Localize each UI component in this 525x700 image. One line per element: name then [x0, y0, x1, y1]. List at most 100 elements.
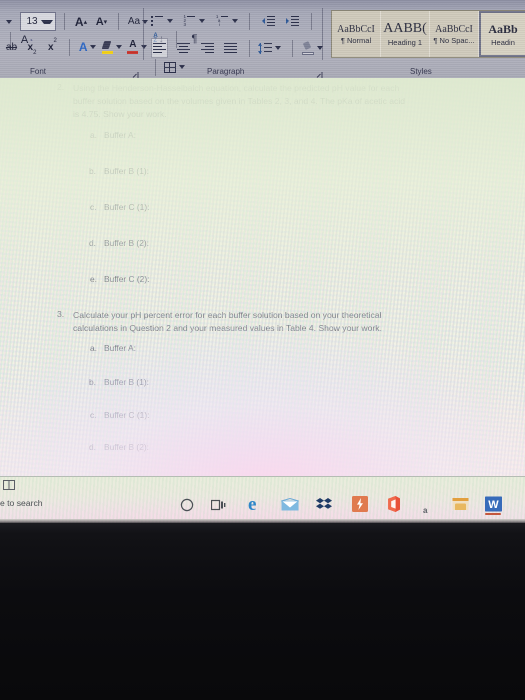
highlighter-icon — [101, 40, 113, 54]
style-preview: AaBbCcI — [337, 23, 375, 35]
cortana-icon[interactable] — [180, 498, 194, 517]
shading-button[interactable] — [302, 39, 324, 57]
mail-icon[interactable] — [280, 497, 300, 516]
file-explorer-icon[interactable] — [452, 497, 469, 516]
multilevel-list-icon: 1ai — [216, 14, 229, 27]
q3-item-d-text: Buffer B (2): — [104, 442, 149, 452]
font-dialog-launcher[interactable] — [131, 67, 139, 78]
decrease-indent-button[interactable] — [261, 12, 276, 30]
document-page[interactable]: 2. Using the Henderson-Hasselbalch equat… — [0, 78, 525, 476]
monitor-screen: 13 A ▴ A ▾ Aa A ◔ ab x 2 x 2 A A Font 1 … — [0, 0, 525, 523]
align-center-button[interactable] — [176, 39, 191, 57]
increase-indent-icon — [286, 15, 300, 27]
divider — [69, 38, 71, 56]
photo-of-monitor: 13 A ▴ A ▾ Aa A ◔ ab x 2 x 2 A A Font 1 … — [0, 0, 525, 700]
divider — [291, 39, 293, 57]
strikethrough-button[interactable]: ab — [4, 38, 19, 56]
q2-item-a-text: Buffer A: — [104, 130, 136, 140]
style-preview: AABB( — [383, 21, 427, 36]
style-name: ¶ Normal — [340, 35, 372, 45]
style-item[interactable]: AABB( Heading 1 — [381, 11, 430, 57]
text-highlight-button[interactable] — [101, 38, 122, 56]
question-2-line-1: Using the Henderson-Hasselbalch equation… — [73, 83, 400, 93]
superscript-button[interactable]: x 2 — [45, 38, 60, 56]
svg-text:W: W — [488, 499, 499, 511]
change-case-icon: Aa — [127, 16, 141, 27]
taskbar-top-border — [0, 476, 525, 477]
dropbox-icon[interactable] — [316, 498, 332, 516]
edge-icon[interactable]: e — [248, 495, 256, 515]
text-effects-button[interactable]: A — [79, 38, 97, 56]
align-center-icon — [177, 42, 191, 54]
lightning-app-icon[interactable] — [352, 496, 368, 517]
office-icon[interactable] — [386, 496, 401, 517]
q2-item-b-letter: b. — [89, 166, 96, 176]
align-right-icon — [200, 42, 214, 54]
style-name: Heading 1 — [387, 38, 423, 47]
strikethrough-icon: ab — [5, 41, 18, 53]
ribbon-divider — [322, 8, 323, 60]
windows-taskbar — [0, 476, 525, 523]
font-size-input[interactable]: 13 — [20, 12, 56, 31]
style-item-selected[interactable]: AaBb Headin — [479, 11, 525, 57]
bullets-icon — [151, 15, 164, 27]
paragraph-group-label: Paragraph — [207, 67, 245, 76]
line-spacing-button[interactable] — [258, 39, 282, 57]
taskbar-search-text[interactable]: e to search — [0, 498, 43, 508]
style-item[interactable]: AaBbCcI ¶ No Spac... — [430, 11, 479, 57]
question-3-line-1: Calculate your pH percent error for each… — [73, 310, 382, 320]
grow-font-button[interactable]: A ▴ — [73, 13, 88, 31]
style-name: Headin — [491, 37, 515, 47]
justify-button[interactable] — [223, 39, 238, 57]
subscript-button[interactable]: x 2 — [24, 38, 39, 57]
numbering-button[interactable]: 123 — [183, 12, 206, 30]
divider — [249, 12, 251, 30]
align-right-button[interactable] — [200, 39, 215, 57]
style-name: ¶ No Spac... — [433, 35, 475, 45]
question-3-line-2: calculations in Question 2 and your meas… — [73, 323, 382, 333]
font-group: 13 A ▴ A ▾ Aa A ◔ ab x 2 x 2 A A Font — [0, 0, 150, 78]
multilevel-list-button[interactable]: 1ai — [216, 12, 238, 30]
task-view-icon[interactable] — [210, 498, 226, 517]
divider — [155, 58, 156, 76]
font-size-dropdown-arrow[interactable] — [40, 19, 53, 24]
q2-item-c-text: Buffer C (1): — [104, 202, 150, 212]
q2-item-c-letter: c. — [90, 202, 97, 212]
font-color-icon: A — [127, 39, 139, 54]
q3-item-a-text: Buffer A: — [104, 343, 136, 353]
styles-group: AaBbCcI ¶ Normal AABB( Heading 1 AaBbCcI… — [325, 0, 525, 78]
align-left-button[interactable] — [151, 38, 168, 58]
style-item[interactable]: AaBbCcI ¶ Normal — [332, 11, 381, 57]
shrink-font-icon: A — [95, 15, 104, 28]
word-icon[interactable]: W — [485, 496, 502, 517]
question-2-number: 2. — [57, 82, 65, 92]
divider — [310, 12, 312, 30]
q2-item-d-text: Buffer B (2): — [104, 238, 149, 248]
font-size-value: 13 — [26, 16, 38, 27]
question-2-line-3: is 4.75. Show your work. — [73, 109, 167, 119]
q3-item-b-text: Buffer B (1): — [104, 377, 149, 387]
ribbon-divider — [143, 8, 144, 60]
align-left-icon — [153, 42, 166, 54]
text-effects-icon: A — [78, 40, 88, 54]
font-name-dropdown-arrow[interactable] — [6, 19, 12, 24]
q3-item-a-letter: a. — [90, 343, 97, 353]
borders-button[interactable] — [164, 58, 186, 76]
paragraph-group: 123 1ai A Z ↓ ¶ Paragraph — [145, 0, 325, 78]
shrink-font-button[interactable]: A ▾ — [94, 13, 109, 31]
increase-indent-button[interactable] — [285, 12, 300, 30]
styles-gallery: AaBbCcI ¶ Normal AABB( Heading 1 AaBbCcI… — [331, 10, 525, 58]
q3-item-d-letter: d. — [89, 442, 96, 452]
styles-group-label: Styles — [410, 67, 432, 76]
read-mode-icon[interactable] — [3, 477, 15, 490]
q2-item-e-text: Buffer C (2): — [104, 274, 150, 284]
justify-icon — [224, 42, 238, 54]
paragraph-dialog-launcher[interactable] — [315, 67, 323, 78]
q3-item-c-text: Buffer C (1): — [104, 410, 150, 420]
font-group-label: Font — [30, 67, 47, 76]
q3-item-c-letter: c. — [90, 410, 97, 420]
small-a-icon[interactable]: a — [423, 500, 427, 518]
q2-item-e-letter: e. — [90, 274, 97, 284]
document-body: 2. Using the Henderson-Hasselbalch equat… — [0, 78, 525, 476]
bullets-button[interactable] — [151, 12, 173, 30]
